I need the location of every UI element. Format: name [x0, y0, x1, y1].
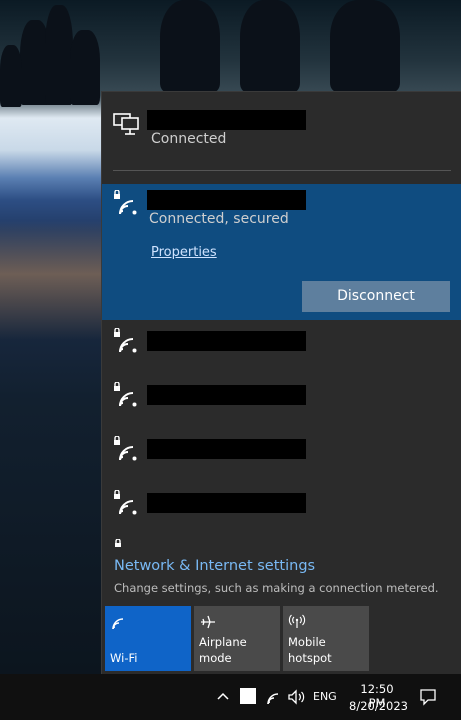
ethernet-network-item[interactable]: Connected [102, 92, 461, 172]
volume-icon[interactable] [287, 688, 307, 706]
hotspot-tile-label: Mobile hotspot [288, 634, 332, 666]
network-settings-subtitle: Change settings, such as making a connec… [114, 581, 439, 595]
tree-silhouette [45, 5, 73, 105]
wifi-icon [112, 618, 124, 630]
wifi-secured-icon [114, 382, 137, 407]
hotspot-label-line1: Mobile [288, 635, 326, 649]
tree-silhouette [240, 0, 300, 92]
water-reflection [0, 220, 101, 340]
taskbar: ENG 12:50 PM 8/20/2023 [0, 674, 461, 720]
hotspot-label-line2: hotspot [288, 651, 332, 665]
clock-date[interactable]: 8/20/2023 [349, 699, 408, 713]
wifi-network-item[interactable] [102, 486, 461, 536]
wifi-toggle-tile[interactable]: Wi-Fi [105, 606, 191, 671]
hotspot-icon [288, 614, 306, 628]
divider [113, 170, 451, 171]
network-flyout: Connected Connected, secured Properties … [101, 91, 461, 674]
wifi-secured-icon [114, 436, 137, 461]
active-wifi-status: Connected, secured [149, 211, 289, 227]
language-indicator[interactable]: ENG [313, 690, 337, 703]
ethernet-icon [113, 113, 139, 135]
redacted-network-name [147, 493, 306, 513]
disconnect-button[interactable]: Disconnect [302, 281, 450, 312]
wifi-secured-icon [114, 328, 137, 353]
tree-silhouette [160, 0, 220, 92]
properties-link[interactable]: Properties [151, 245, 217, 260]
airplane-mode-tile[interactable]: Airplane mode [194, 606, 280, 671]
lock-icon [115, 539, 121, 547]
network-settings-link[interactable]: Network & Internet settings [114, 558, 315, 574]
redacted-network-name [147, 110, 306, 130]
tree-silhouette [0, 45, 22, 107]
redacted-network-name [147, 190, 306, 210]
redacted-network-name [147, 439, 306, 459]
airplane-tile-label: Airplane mode [199, 635, 247, 665]
tray-app-icon[interactable] [240, 688, 256, 704]
wifi-secured-icon [114, 190, 137, 215]
wifi-icon[interactable] [265, 688, 283, 706]
notification-center-icon[interactable] [419, 688, 437, 706]
tree-silhouette [70, 30, 100, 105]
wifi-secured-icon [114, 490, 137, 515]
wifi-network-item[interactable] [102, 324, 461, 374]
chevron-up-icon[interactable] [216, 691, 230, 701]
wifi-network-item[interactable] [102, 432, 461, 482]
ethernet-status: Connected [151, 131, 227, 147]
wifi-tile-label: Wi-Fi [110, 651, 138, 665]
airplane-icon [201, 615, 215, 629]
wifi-network-item[interactable] [102, 378, 461, 428]
redacted-network-name [147, 331, 306, 351]
tree-silhouette [330, 0, 400, 92]
redacted-network-name [147, 385, 306, 405]
mobile-hotspot-tile[interactable]: Mobile hotspot [283, 606, 369, 671]
